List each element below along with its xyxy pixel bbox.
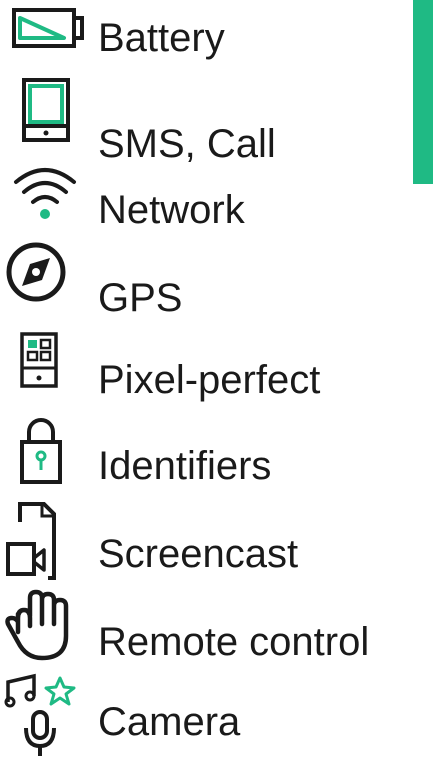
screencast-icon bbox=[4, 500, 86, 580]
menu-item-screencast[interactable]: Screencast bbox=[0, 500, 400, 580]
hand-icon bbox=[4, 589, 86, 672]
menu-item-pixel-perfect[interactable]: Pixel-perfect bbox=[0, 332, 400, 414]
feature-menu: Battery SMS, Call Network GPS Pixel-perf… bbox=[0, 0, 433, 767]
menu-item-label: Identifiers bbox=[98, 444, 272, 488]
camera-media-icon bbox=[4, 673, 86, 756]
scrollbar-thumb[interactable] bbox=[413, 0, 433, 184]
menu-item-gps[interactable]: GPS bbox=[0, 242, 400, 324]
pixel-grid-icon bbox=[4, 332, 86, 414]
menu-item-label: Screencast bbox=[98, 532, 299, 576]
phone-icon bbox=[4, 78, 86, 160]
menu-item-label: Camera bbox=[98, 700, 241, 744]
menu-item-identifiers[interactable]: Identifiers bbox=[0, 414, 400, 494]
menu-item-label: GPS bbox=[98, 276, 183, 320]
lock-icon bbox=[4, 414, 86, 494]
menu-item-battery[interactable]: Battery bbox=[0, 0, 400, 80]
menu-item-label: SMS, Call bbox=[98, 122, 276, 166]
music-note-icon bbox=[4, 673, 76, 756]
menu-item-label: Remote control bbox=[98, 620, 370, 664]
menu-item-camera[interactable]: Camera bbox=[0, 673, 400, 756]
battery-icon bbox=[4, 0, 86, 80]
menu-item-remote-control[interactable]: Remote control bbox=[0, 589, 400, 672]
menu-item-sms-call[interactable]: SMS, Call bbox=[0, 78, 400, 166]
menu-item-label: Pixel-perfect bbox=[98, 358, 321, 402]
wifi-icon bbox=[4, 164, 86, 244]
menu-item-label: Battery bbox=[98, 16, 225, 60]
menu-item-label: Network bbox=[98, 188, 245, 232]
menu-item-network[interactable]: Network bbox=[0, 164, 400, 244]
compass-icon bbox=[4, 242, 86, 324]
